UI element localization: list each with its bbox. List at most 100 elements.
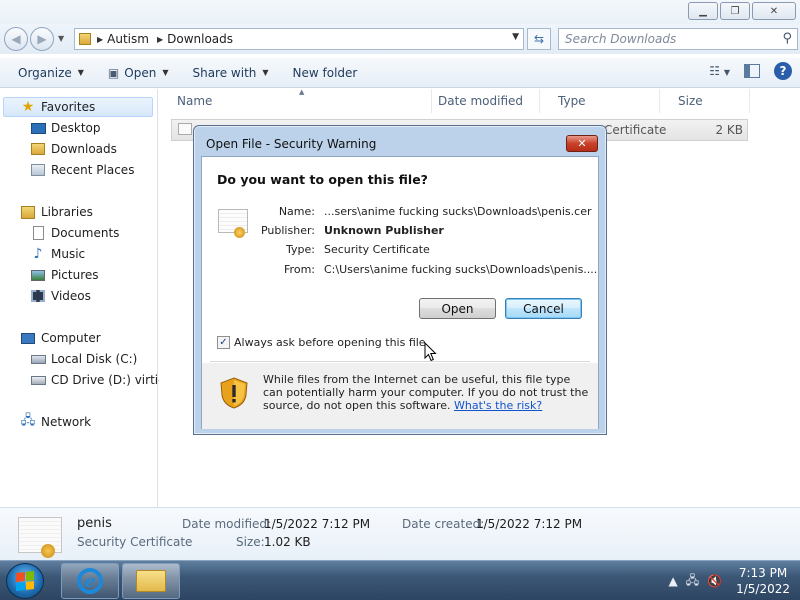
volume-muted-icon[interactable]: 🔇	[707, 574, 722, 588]
music-icon: ♪	[33, 246, 43, 262]
nav-label: Network	[41, 415, 92, 429]
view-options-icon[interactable]: ☷ ▼	[709, 64, 730, 78]
publisher-value: Unknown Publisher	[324, 224, 444, 237]
computer-icon	[20, 331, 36, 345]
recent-places-icon	[30, 163, 46, 177]
back-button[interactable]: ◀	[4, 27, 28, 51]
nav-downloads[interactable]: Downloads	[30, 139, 117, 159]
caption-buttons: ▁ ❐ ✕	[686, 2, 796, 20]
whats-the-risk-link[interactable]: What's the risk?	[454, 399, 542, 412]
explorer-folder-icon	[136, 570, 166, 592]
nav-cd-drive[interactable]: CD Drive (D:) virtio-v	[30, 370, 177, 390]
nav-documents[interactable]: Documents	[30, 223, 119, 243]
nav-favorites[interactable]: ★ Favorites	[3, 97, 153, 117]
date-modified-label: Date modified:	[182, 517, 272, 531]
address-bar-row: ◀ ▶ ▼ ▶ Autism ▶ Downloads ▼ ⇆ Search Do…	[0, 24, 800, 54]
nav-music[interactable]: ♪ Music	[30, 244, 86, 264]
column-header-type[interactable]: Type	[540, 89, 660, 113]
nav-computer[interactable]: Computer	[20, 328, 101, 348]
organize-button[interactable]: Organize ▼	[12, 61, 90, 85]
search-input[interactable]: Search Downloads ⚲	[558, 28, 798, 50]
breadcrumb-autism[interactable]: Autism	[107, 32, 149, 46]
clock[interactable]: 7:13 PM 1/5/2022	[736, 565, 790, 597]
date-modified-value: 1/5/2022 7:12 PM	[264, 517, 371, 531]
open-label: Open	[124, 65, 157, 80]
recent-pages-chevron-icon[interactable]: ▼	[58, 34, 64, 43]
downloads-folder-icon	[30, 142, 46, 156]
documents-icon	[30, 226, 46, 240]
refresh-button[interactable]: ⇆	[527, 28, 551, 50]
always-ask-checkbox[interactable]: ✓	[217, 336, 230, 349]
open-button[interactable]: ▣ Open ▼	[102, 61, 175, 85]
search-icon[interactable]: ⚲	[782, 31, 792, 46]
size-value: 1.02 KB	[264, 535, 311, 549]
cancel-button[interactable]: Cancel	[505, 298, 582, 319]
pictures-icon	[30, 268, 46, 282]
network-status-icon[interactable]: 🖧	[686, 571, 699, 592]
address-field[interactable]: ▶ Autism ▶ Downloads ▼	[74, 28, 524, 50]
share-with-label: Share with	[192, 65, 257, 80]
taskbar-windows-explorer[interactable]	[122, 563, 180, 599]
new-folder-button[interactable]: New folder	[287, 61, 364, 85]
always-ask-row: ✓ Always ask before opening this file	[217, 336, 426, 349]
nav-local-disk[interactable]: Local Disk (C:)	[30, 349, 137, 369]
nav-videos[interactable]: Videos	[30, 286, 91, 306]
breadcrumb-arrow-icon[interactable]: ▶	[157, 35, 163, 44]
column-label: Size	[678, 94, 703, 108]
forward-button[interactable]: ▶	[30, 27, 54, 51]
nav-libraries[interactable]: Libraries	[20, 202, 93, 222]
always-ask-label[interactable]: Always ask before opening this file	[234, 336, 426, 349]
nav-label: Local Disk (C:)	[51, 352, 138, 366]
open-button[interactable]: Open	[419, 298, 496, 319]
column-header-date-modified[interactable]: Date modified	[420, 89, 540, 113]
preview-pane-icon[interactable]	[744, 64, 760, 78]
windows-logo-icon	[16, 571, 34, 591]
navigation-pane: ★ Favorites Desktop Downloads Recent Pla…	[0, 89, 177, 507]
column-label: Type	[558, 94, 586, 108]
desktop-icon	[30, 121, 46, 135]
hard-disk-icon	[30, 352, 46, 366]
type-value: Security Certificate	[324, 243, 430, 256]
column-label: Date modified	[438, 94, 524, 108]
minimize-button[interactable]: ▁	[688, 2, 718, 20]
back-arrow-icon: ◀	[11, 32, 21, 46]
share-with-button[interactable]: Share with ▼	[186, 61, 274, 85]
nav-network[interactable]: 🖧 Network	[20, 412, 91, 432]
address-dropdown-icon[interactable]: ▼	[512, 32, 519, 42]
warning-text: While files from the Internet can be use…	[263, 373, 593, 412]
dialog-close-button[interactable]: ✕	[566, 135, 598, 152]
nav-recent-places[interactable]: Recent Places	[30, 160, 134, 180]
organize-label: Organize	[18, 65, 72, 80]
help-icon[interactable]: ?	[774, 62, 792, 80]
file-size: 2 KB	[715, 123, 743, 137]
file-type: Certificate	[604, 123, 667, 137]
dialog-title: Open File - Security Warning	[206, 137, 377, 151]
breadcrumb-arrow-icon[interactable]: ▶	[97, 35, 103, 44]
system-tray: ▲ 🖧 🔇 7:13 PM 1/5/2022	[669, 565, 790, 597]
maximize-button[interactable]: ❐	[720, 2, 750, 20]
internet-explorer-icon: e	[77, 568, 103, 594]
nav-label: Videos	[51, 289, 91, 303]
column-header-name[interactable]: Name	[159, 89, 432, 113]
close-icon: ✕	[577, 137, 587, 150]
taskbar-internet-explorer[interactable]: e	[61, 563, 119, 599]
start-button[interactable]	[6, 563, 44, 599]
dialog-body: Do you want to open this file? Name: ...…	[201, 156, 599, 429]
videos-icon	[30, 289, 46, 303]
nav-pictures[interactable]: Pictures	[30, 265, 99, 285]
column-header-size[interactable]: Size	[660, 89, 750, 113]
publisher-label: Publisher:	[260, 224, 315, 237]
breadcrumb-downloads[interactable]: Downloads	[167, 32, 233, 46]
refresh-icon: ⇆	[533, 32, 545, 46]
from-value: C:\Users\anime fucking sucks\Downloads\p…	[324, 263, 598, 276]
details-file-name: penis	[77, 516, 112, 531]
restore-icon: ❐	[730, 5, 740, 17]
command-bar: Organize ▼ ▣ Open ▼ Share with ▼ New fol…	[0, 58, 800, 88]
close-window-button[interactable]: ✕	[752, 2, 796, 20]
show-hidden-icons-icon[interactable]: ▲	[669, 574, 678, 588]
size-label: Size:	[236, 535, 265, 549]
nav-desktop[interactable]: Desktop	[30, 118, 101, 138]
certificate-thumbnail-icon	[18, 517, 62, 558]
taskbar: e ▲ 🖧 🔇 7:13 PM 1/5/2022	[0, 560, 800, 600]
chevron-down-icon: ▼	[77, 68, 84, 77]
